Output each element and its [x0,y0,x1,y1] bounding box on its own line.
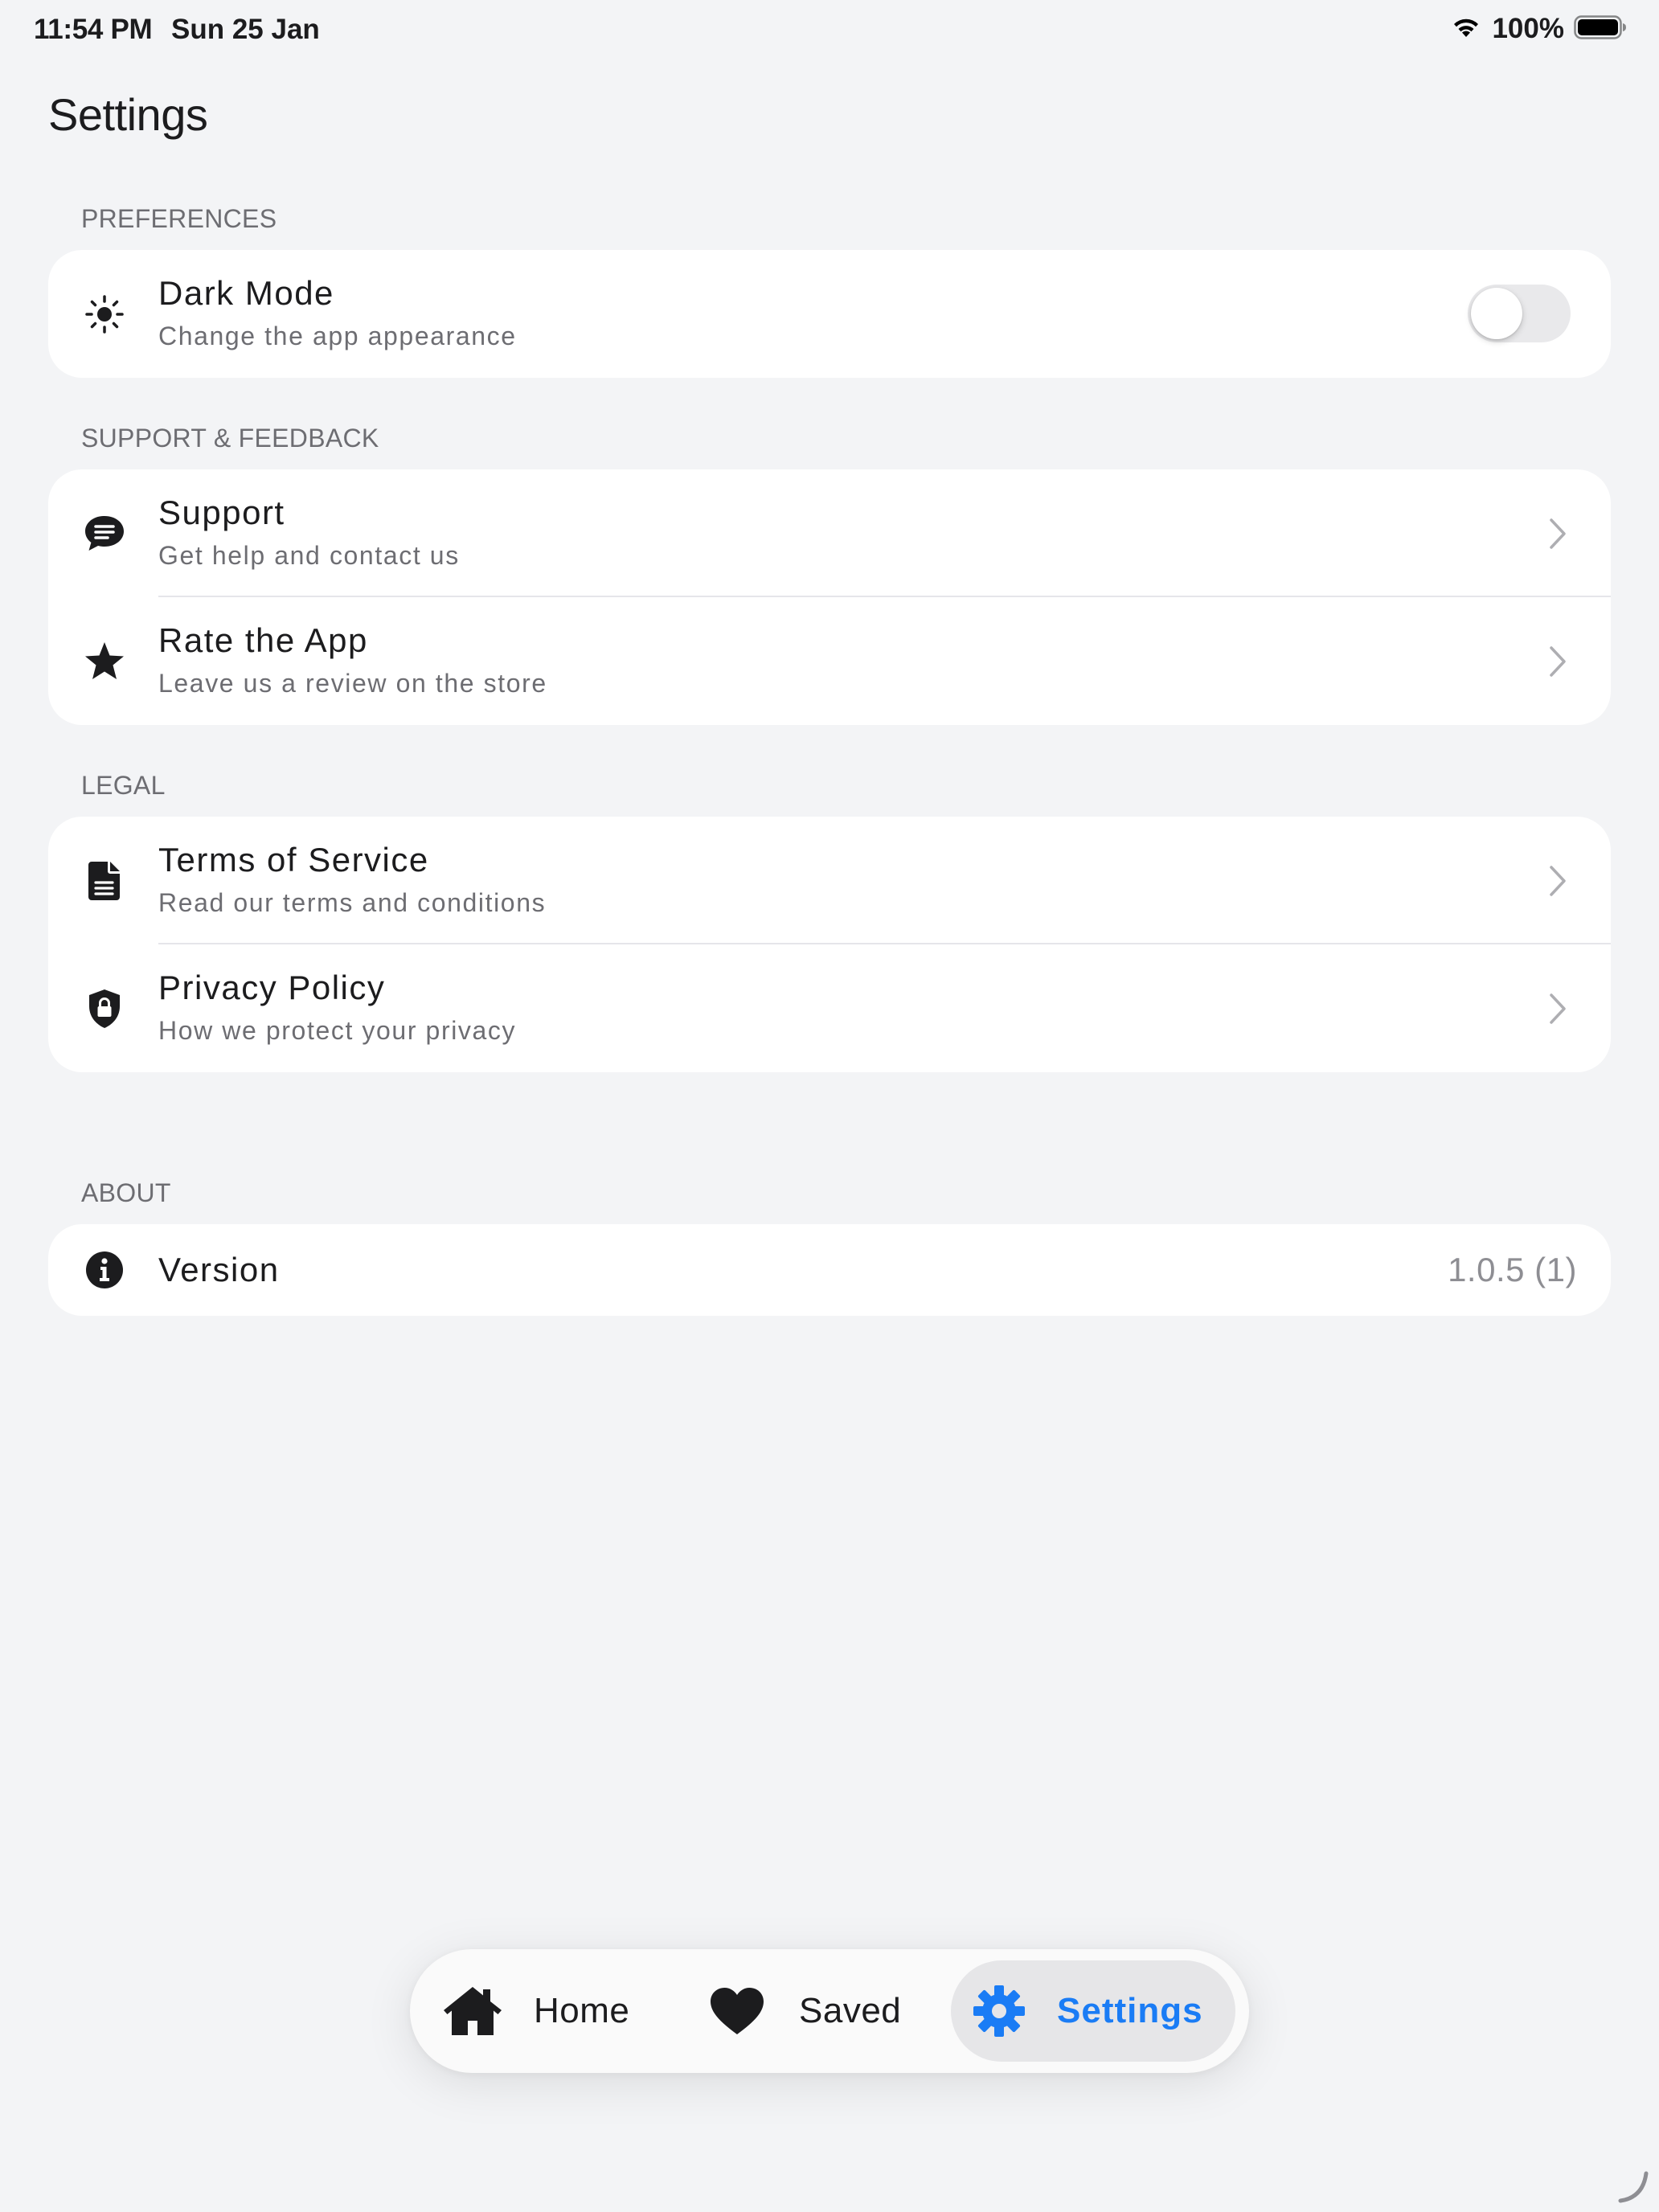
version-row: Version 1.0.5 (1) [48,1224,1611,1316]
heart-icon [709,1986,765,2036]
document-icon [80,857,129,905]
privacy-title: Privacy Policy [158,969,386,1006]
dark-mode-title: Dark Mode [158,274,334,312]
chevron-right-icon [1546,644,1569,679]
rate-app-row[interactable]: Rate the App Leave us a review on the st… [48,597,1611,725]
version-title: Version [158,1251,280,1288]
info-icon [80,1246,129,1294]
version-value: 1.0.5 (1) [1448,1251,1577,1288]
sun-icon [80,290,129,338]
tab-settings-label: Settings [1057,1991,1203,2030]
tab-bar: Home Saved Settings [410,1949,1249,2073]
status-indicators: 100% [1450,13,1627,45]
chevron-right-icon [1546,991,1569,1026]
terms-subtitle: Read our terms and conditions [158,888,547,917]
window-corner-handle[interactable] [1616,2169,1651,2204]
legal-card: Terms of Service Read our terms and cond… [48,817,1611,1072]
dark-mode-row: Dark Mode Change the app appearance [48,250,1611,378]
chat-bubble-icon [80,510,129,558]
status-bar: 11:54 PM Sun 25 Jan 100% [0,0,1659,59]
star-icon [80,637,129,686]
support-card: Support Get help and contact us Rate the… [48,469,1611,725]
section-header-legal: LEGAL [81,771,166,800]
section-header-preferences: PREFERENCES [81,204,277,233]
tab-saved-label: Saved [799,1991,902,2030]
section-header-about: ABOUT [81,1178,171,1207]
tab-settings[interactable]: Settings [951,1960,1235,2062]
toggle-knob [1471,288,1522,339]
battery-percentage: 100% [1492,13,1564,44]
gear-icon [972,1984,1026,2038]
shield-lock-icon [80,985,129,1033]
privacy-subtitle: How we protect your privacy [158,1016,517,1045]
tab-home[interactable]: Home [440,1960,657,2062]
battery-full-icon [1574,14,1627,44]
support-subtitle: Get help and contact us [158,541,460,570]
tab-saved[interactable]: Saved [709,1960,926,2062]
rate-app-title: Rate the App [158,621,368,659]
terms-row[interactable]: Terms of Service Read our terms and cond… [48,817,1611,944]
dark-mode-toggle[interactable] [1468,285,1571,342]
status-date: Sun 25 Jan [171,14,320,45]
chevron-right-icon [1546,516,1569,551]
support-row[interactable]: Support Get help and contact us [48,469,1611,597]
section-header-support: SUPPORT & FEEDBACK [81,424,379,453]
privacy-row[interactable]: Privacy Policy How we protect your priva… [48,944,1611,1072]
rate-app-subtitle: Leave us a review on the store [158,669,547,698]
support-title: Support [158,494,285,531]
chevron-right-icon [1546,863,1569,899]
preferences-card: Dark Mode Change the app appearance [48,250,1611,378]
page-title: Settings [48,89,208,140]
tab-home-label: Home [534,1991,630,2030]
status-time: 11:54 PM [34,14,153,45]
dark-mode-subtitle: Change the app appearance [158,322,517,350]
home-icon [440,1984,505,2038]
about-card: Version 1.0.5 (1) [48,1224,1611,1316]
terms-title: Terms of Service [158,841,429,879]
wifi-icon [1450,14,1482,44]
